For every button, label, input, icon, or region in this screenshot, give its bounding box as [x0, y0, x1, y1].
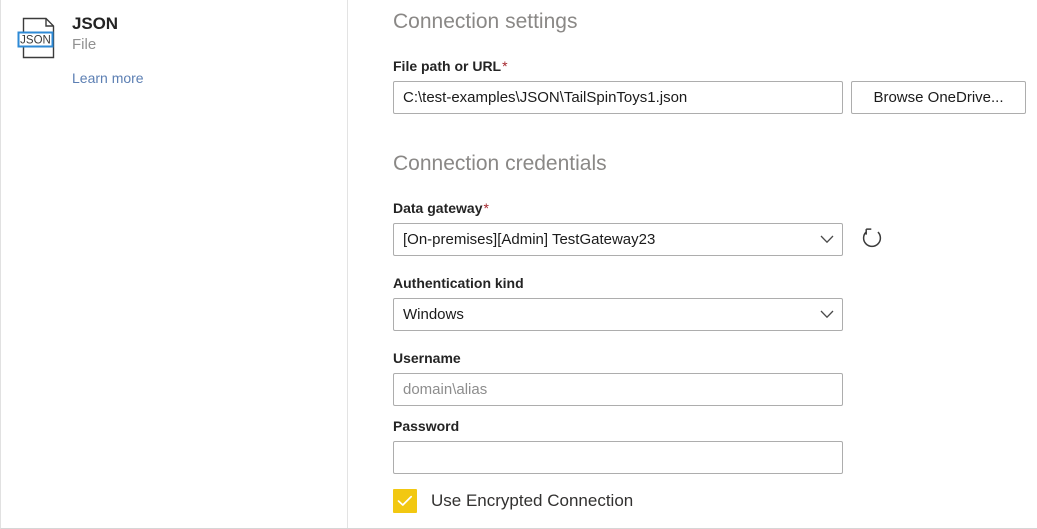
- browse-onedrive-button[interactable]: Browse OneDrive...: [851, 81, 1026, 114]
- file-path-label-wrap: File path or URL*: [393, 57, 508, 76]
- source-title: JSON: [72, 13, 144, 34]
- check-icon: [397, 495, 413, 507]
- password-input[interactable]: [393, 441, 843, 474]
- checkbox-checked-box: [393, 489, 417, 513]
- file-path-input[interactable]: [393, 81, 843, 114]
- connection-credentials-heading-wrap: Connection credentials: [393, 150, 607, 178]
- connection-settings-heading: Connection settings: [393, 8, 577, 36]
- username-label-wrap: Username: [393, 349, 461, 368]
- file-path-required-marker: *: [502, 58, 507, 74]
- refresh-icon: [860, 226, 884, 255]
- connection-settings-dialog: JSON JSON File Learn more Connection set…: [0, 0, 1037, 529]
- password-label: Password: [393, 418, 459, 434]
- connection-settings-heading-wrap: Connection settings: [393, 8, 577, 36]
- use-encrypted-connection-checkbox[interactable]: Use Encrypted Connection: [393, 489, 633, 513]
- svg-text:JSON: JSON: [20, 35, 51, 47]
- chevron-down-icon: [812, 310, 842, 319]
- source-info-panel: JSON JSON File Learn more: [1, 0, 348, 528]
- source-header: JSON JSON File Learn more: [1, 12, 347, 88]
- chevron-down-icon: [812, 235, 842, 244]
- json-file-icon: JSON: [14, 14, 62, 62]
- authentication-kind-label: Authentication kind: [393, 275, 524, 291]
- refresh-gateways-button[interactable]: [856, 224, 888, 256]
- data-gateway-required-marker: *: [483, 200, 488, 216]
- source-subtitle: File: [72, 35, 144, 55]
- data-gateway-select[interactable]: [On-premises][Admin] TestGateway23: [393, 223, 843, 256]
- data-gateway-label: Data gateway: [393, 200, 482, 216]
- use-encrypted-connection-label: Use Encrypted Connection: [431, 490, 633, 512]
- learn-more-link[interactable]: Learn more: [72, 69, 144, 87]
- data-gateway-selected-value: [On-premises][Admin] TestGateway23: [394, 231, 812, 248]
- file-path-label: File path or URL: [393, 58, 501, 74]
- authentication-kind-select[interactable]: Windows: [393, 298, 843, 331]
- data-gateway-label-wrap: Data gateway*: [393, 199, 489, 218]
- connection-credentials-heading: Connection credentials: [393, 150, 607, 178]
- authentication-kind-label-wrap: Authentication kind: [393, 274, 524, 293]
- username-label: Username: [393, 350, 461, 366]
- settings-panel: Connection settings File path or URL* Br…: [348, 0, 1037, 528]
- password-label-wrap: Password: [393, 417, 459, 436]
- source-text-block: JSON File Learn more: [72, 12, 144, 88]
- username-input[interactable]: [393, 373, 843, 406]
- authentication-kind-selected-value: Windows: [394, 306, 812, 323]
